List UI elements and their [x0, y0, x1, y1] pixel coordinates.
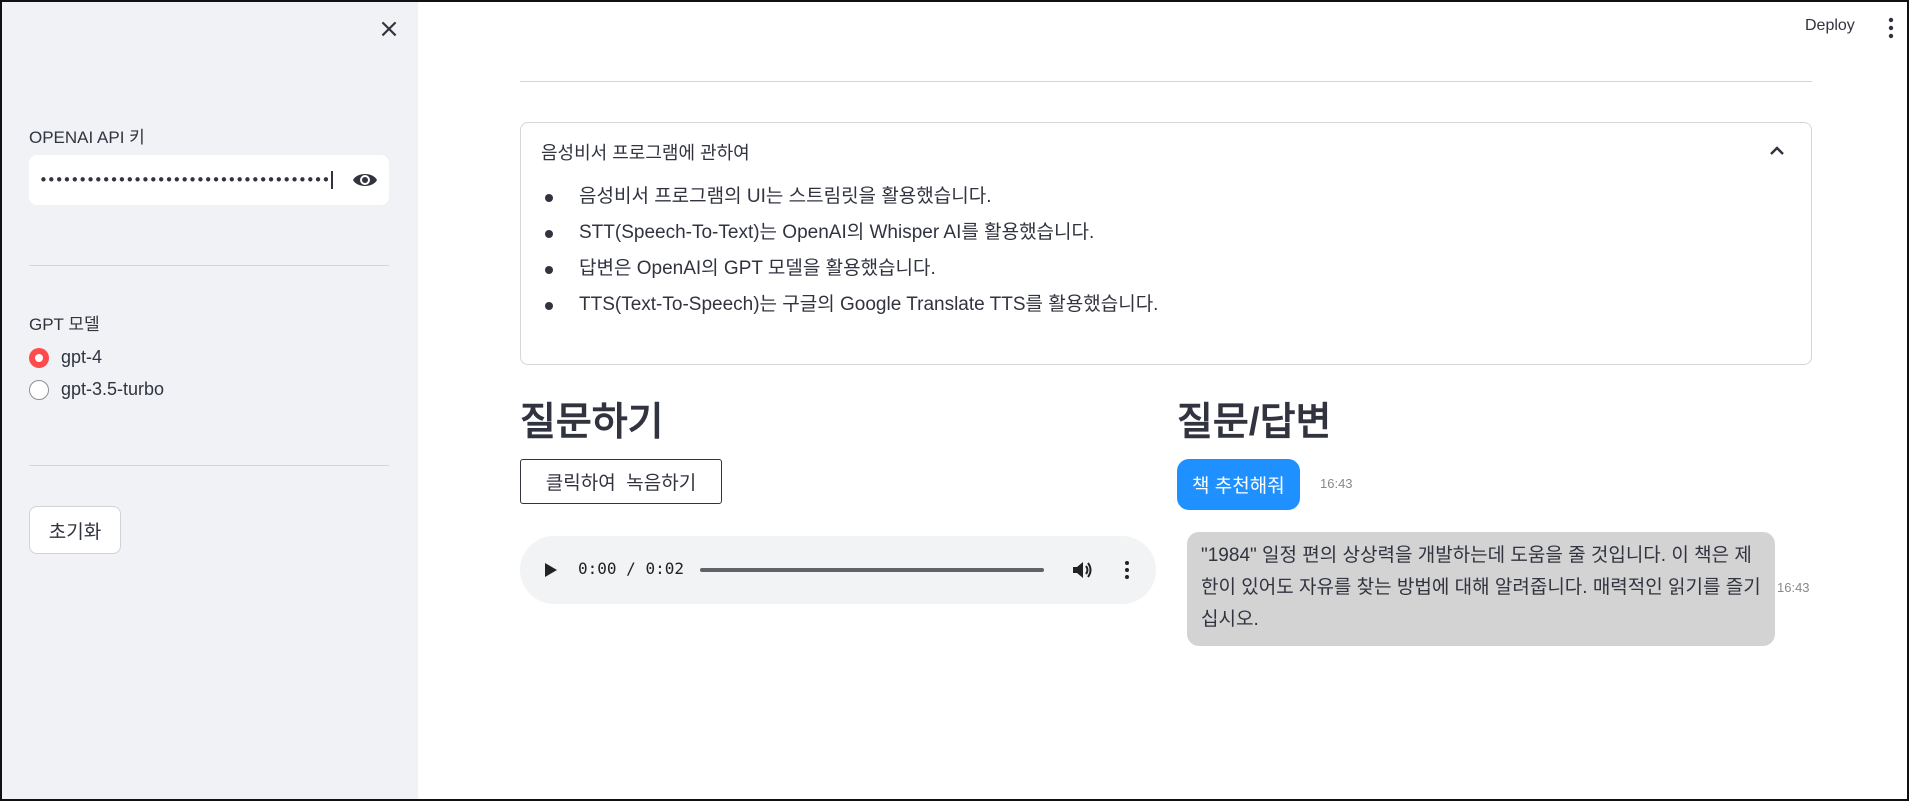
chevron-up-icon[interactable] [1768, 143, 1786, 157]
record-button[interactable]: 클릭하여 녹음하기 [520, 459, 722, 504]
close-sidebar-icon[interactable]: × [376, 16, 402, 42]
api-key-value[interactable]: ••••••••••••••••••••••••••••••••••••••••… [39, 171, 333, 189]
radio-label: gpt-3.5-turbo [61, 379, 165, 399]
radio-unselected-icon[interactable] [29, 379, 49, 400]
audio-current-time: 0:00 [578, 559, 617, 578]
about-list: 음성비서 프로그램의 UI는 스트림릿을 활용했습니다. STT(Speech-… [541, 185, 1158, 329]
reset-button[interactable]: 초기화 [29, 506, 121, 554]
sidebar-divider [29, 465, 389, 466]
audio-time: 0:00 / 0:02 [578, 559, 684, 578]
user-message-bubble: 책 추천해줘 [1177, 459, 1300, 510]
radio-gpt-4[interactable]: gpt-4 [29, 347, 102, 368]
expander-header[interactable]: 음성비서 프로그램에 관하여 [541, 139, 750, 165]
radio-label: gpt-4 [61, 347, 103, 367]
volume-icon[interactable] [1072, 560, 1094, 580]
assistant-message-bubble: "1984" 일정 편의 상상력을 개발하는데 도움을 줄 것입니다. 이 책은… [1187, 532, 1775, 646]
audio-duration: 0:02 [645, 559, 684, 578]
eye-icon[interactable] [351, 168, 379, 192]
list-item: 답변은 OpenAI의 GPT 모델을 활용했습니다. [541, 257, 1158, 293]
main-divider [520, 81, 1812, 82]
gpt-model-label: GPT 모델 [29, 315, 100, 334]
list-item: 음성비서 프로그램의 UI는 스트림릿을 활용했습니다. [541, 185, 1158, 221]
audio-time-separator: / [626, 559, 636, 578]
ask-heading: 질문하기 [520, 401, 664, 444]
message-timestamp: 16:43 [1320, 476, 1353, 491]
radio-gpt-3-5-turbo[interactable]: gpt-3.5-turbo [29, 379, 164, 400]
vertical-dots-icon[interactable] [1886, 17, 1896, 39]
audio-progress-bar[interactable] [700, 568, 1044, 572]
sidebar-divider [29, 265, 389, 266]
list-item: STT(Speech-To-Text)는 OpenAI의 Whisper AI를… [541, 221, 1158, 257]
app-window: × OPENAI API 키 •••••••••••••••••••••••••… [0, 0, 1909, 801]
radio-selected-icon[interactable] [29, 347, 49, 368]
about-expander: 음성비서 프로그램에 관하여 음성비서 프로그램의 UI는 스트림릿을 활용했습… [520, 122, 1812, 365]
audio-player: 0:00 / 0:02 [520, 536, 1156, 604]
api-key-input[interactable]: ••••••••••••••••••••••••••••••••••••••••… [29, 155, 389, 205]
play-icon[interactable] [544, 562, 558, 578]
sidebar: × OPENAI API 키 •••••••••••••••••••••••••… [2, 2, 418, 799]
chat-heading: 질문/답변 [1177, 401, 1332, 444]
list-item: TTS(Text-To-Speech)는 구글의 Google Translat… [541, 293, 1158, 329]
api-key-label: OPENAI API 키 [29, 128, 145, 147]
message-timestamp: 16:43 [1777, 580, 1810, 595]
more-options-icon[interactable] [1124, 560, 1130, 580]
deploy-button[interactable]: Deploy [1805, 17, 1855, 35]
